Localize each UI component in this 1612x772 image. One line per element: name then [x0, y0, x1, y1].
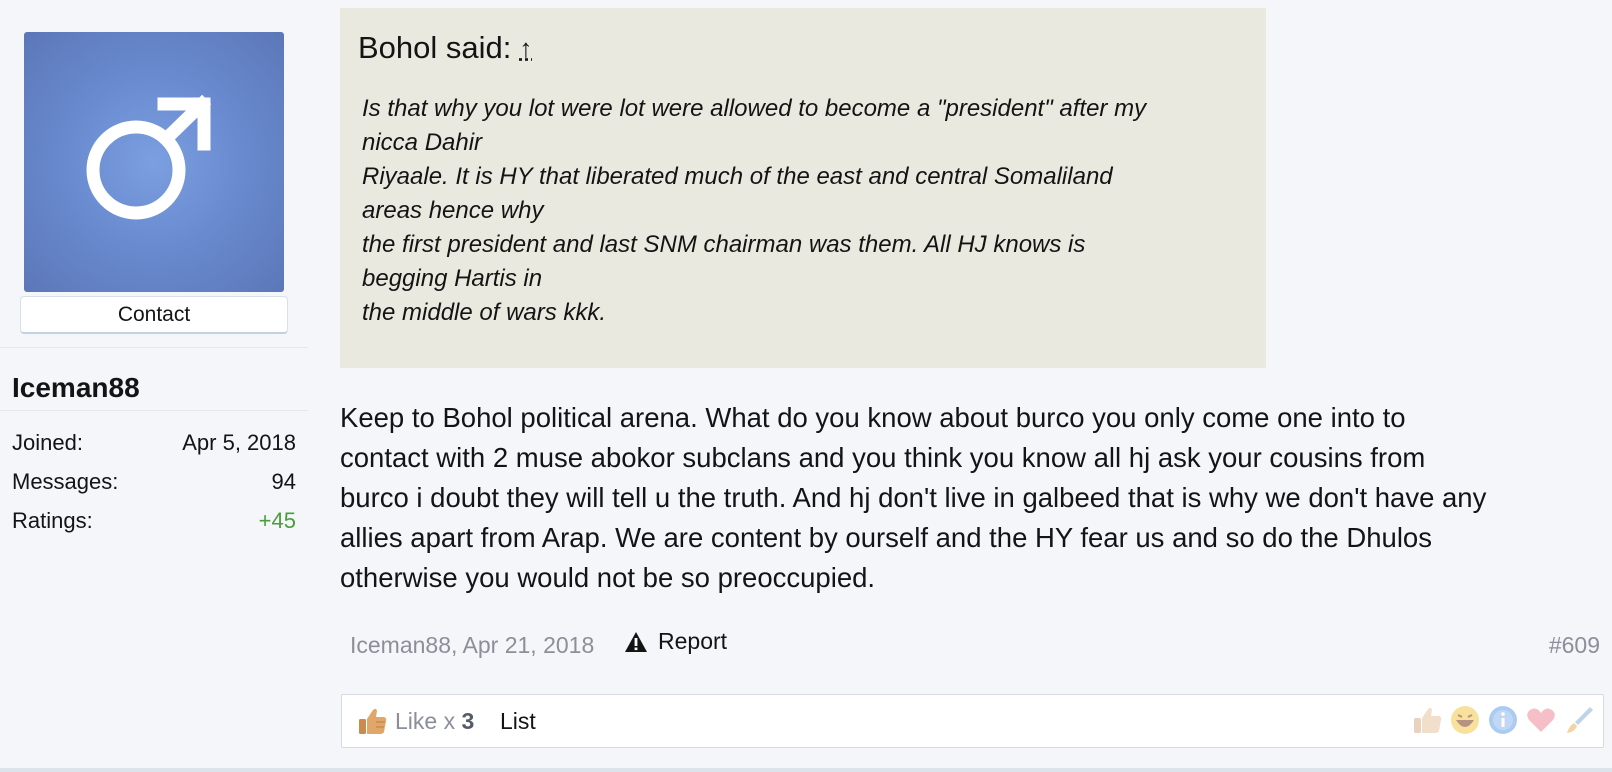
report-label: Report: [658, 628, 728, 654]
stat-joined: Joined: Apr 5, 2018: [12, 430, 296, 456]
stat-label: Ratings:: [12, 508, 93, 533]
message-line: contact with 2 muse abokor subclans and …: [340, 442, 1426, 473]
quote-body: Is that why you lot were lot were allowe…: [358, 92, 1248, 330]
like-prefix: Like x: [395, 708, 456, 734]
post-author-date[interactable]: Iceman88, Apr 21, 2018: [350, 632, 594, 659]
quote-line: Is that why you lot were lot were allowe…: [362, 95, 1147, 122]
message-line: burco i doubt they will tell u the truth…: [340, 482, 1487, 513]
divider: [0, 410, 308, 411]
stat-label: Messages:: [12, 469, 119, 494]
male-symbol-icon: [86, 94, 212, 220]
message-body: Keep to Bohol political arena. What do y…: [340, 398, 1600, 598]
message-line: allies apart from Arap. We are content b…: [340, 522, 1432, 553]
user-sidebar: Contact Iceman88 Joined: Apr 5, 2018 Mes…: [0, 0, 308, 772]
stat-value: +45: [258, 508, 296, 533]
quote-block: Bohol said: ↑ Is that why you lot were l…: [340, 8, 1266, 368]
jump-to-quote-icon[interactable]: ↑: [519, 33, 532, 64]
report-button[interactable]: Report: [624, 628, 727, 655]
quote-line: Riyaale. It is HY that liberated much of…: [362, 163, 1113, 190]
quote-author: Bohol said:: [358, 30, 512, 65]
brush-icon[interactable]: [1563, 704, 1595, 736]
quote-line: the first president and last SNM chairma…: [362, 231, 1086, 258]
stat-label: Joined:: [12, 430, 83, 455]
thumbs-up-icon: [359, 708, 387, 734]
contact-button[interactable]: Contact: [20, 296, 288, 334]
laughing-face-icon[interactable]: [1449, 704, 1481, 736]
stat-ratings: Ratings: +45: [12, 508, 296, 534]
quote-line: nicca Dahir: [362, 129, 483, 156]
like-number: 3: [461, 708, 475, 734]
message-line: otherwise you would not be so preoccupie…: [340, 562, 876, 593]
heart-icon[interactable]: [1525, 704, 1557, 736]
quote-line: areas hence why: [362, 197, 544, 224]
quote-line: the middle of wars kkk.: [362, 299, 607, 326]
rating-icons: [1411, 704, 1595, 736]
message-line: Keep to Bohol political arena. What do y…: [340, 402, 1406, 433]
quote-header: Bohol said: ↑: [358, 30, 1248, 66]
thumbs-up-icon[interactable]: [1411, 704, 1443, 736]
divider: [0, 768, 1612, 772]
stat-value: Apr 5, 2018: [182, 430, 296, 455]
avatar[interactable]: [24, 32, 284, 292]
divider: [0, 347, 308, 348]
stat-value[interactable]: 94: [272, 469, 296, 495]
username[interactable]: Iceman88: [12, 372, 140, 404]
warning-triangle-icon: [625, 631, 647, 652]
likes-list-link[interactable]: List: [500, 708, 536, 735]
stat-messages: Messages: 94: [12, 469, 296, 495]
info-icon[interactable]: [1487, 704, 1519, 736]
quote-line: begging Hartis in: [362, 265, 543, 292]
post-number[interactable]: #609: [1549, 632, 1600, 659]
likes-bar: Like x 3 List: [341, 694, 1604, 748]
like-count: Like x 3: [395, 708, 474, 735]
